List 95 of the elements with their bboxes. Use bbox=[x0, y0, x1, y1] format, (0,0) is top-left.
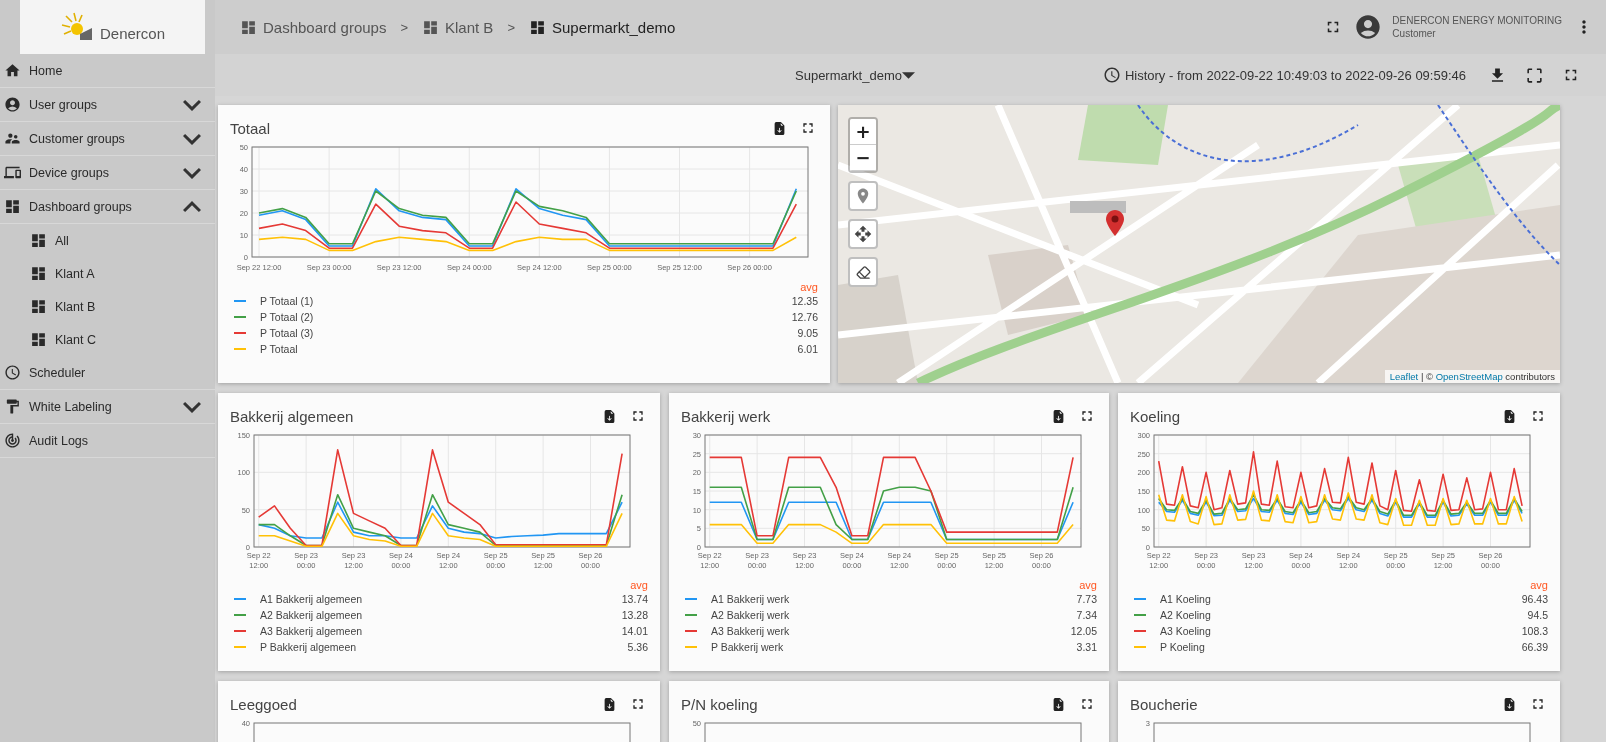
breadcrumb-link[interactable]: Supermarkt_demo bbox=[529, 18, 676, 36]
legend-label: A3 Bakkerij algemeen bbox=[260, 625, 364, 637]
clock-icon bbox=[1102, 66, 1121, 84]
marker-tool-button[interactable] bbox=[848, 181, 878, 211]
attribution-text: | © bbox=[1420, 371, 1433, 382]
sidebar-item[interactable]: Device groups bbox=[0, 156, 215, 190]
move-tool-button[interactable] bbox=[848, 219, 878, 249]
legend-label: A1 Koeling bbox=[1160, 593, 1212, 605]
legend-label: A2 Bakkerij werk bbox=[711, 609, 791, 621]
account-icon bbox=[4, 96, 21, 113]
dashboard-icon bbox=[240, 18, 257, 36]
devices-icon bbox=[4, 164, 21, 181]
eraser-tool-button[interactable] bbox=[848, 257, 878, 287]
breadcrumb-link[interactable]: Dashboard groups bbox=[240, 18, 387, 36]
legend-value: 94.5 bbox=[1527, 609, 1548, 621]
attribution-text: contributors bbox=[1505, 371, 1555, 382]
legend-label: A2 Bakkerij algemeen bbox=[260, 609, 364, 621]
history-button[interactable]: History - from 2022-09-22 10:49:03 to 2022-09-26 09:59:46 bbox=[1096, 65, 1472, 85]
user-role: Customer bbox=[1392, 27, 1437, 40]
breadcrumb-link[interactable]: Klant B bbox=[422, 18, 494, 36]
dashboard-icon bbox=[30, 331, 47, 348]
legend-value: 96.43 bbox=[1521, 593, 1548, 605]
sidebar-item[interactable]: Klant C bbox=[0, 323, 215, 356]
user-name: DENERCON ENERGY MONITORING bbox=[1392, 14, 1562, 27]
card-title: Bakkerij algemeen bbox=[230, 407, 354, 425]
sidebar-item[interactable]: Audit Logs bbox=[0, 424, 215, 458]
legend-value: 13.74 bbox=[621, 593, 648, 605]
breadcrumb-separator: > bbox=[507, 19, 515, 35]
legend-header: avg bbox=[1079, 579, 1097, 591]
legend-label: A1 Bakkerij algemeen bbox=[260, 593, 364, 605]
attribution-link[interactable]: OpenStreetMap bbox=[1435, 371, 1503, 382]
card-title: Bakkerij werk bbox=[681, 407, 771, 425]
card-title: Boucherie bbox=[1130, 695, 1198, 713]
legend-value: 66.39 bbox=[1521, 641, 1548, 653]
legend-label: P Bakkerij werk bbox=[711, 641, 785, 653]
sidebar-item[interactable]: Dashboard groups bbox=[0, 190, 215, 224]
legend-label: P Totaal (2) bbox=[260, 311, 315, 323]
dashboard-icon bbox=[529, 18, 546, 36]
legend-value: 12.05 bbox=[1070, 625, 1097, 637]
legend-value: 14.01 bbox=[621, 625, 648, 637]
legend-label: P Koeling bbox=[1160, 641, 1206, 653]
attribution-link[interactable]: Leaflet bbox=[1389, 371, 1419, 382]
map-pin-icon[interactable] bbox=[1106, 210, 1124, 236]
sidebar-item[interactable]: Scheduler bbox=[0, 356, 215, 390]
legend-label: A2 Koeling bbox=[1160, 609, 1212, 621]
legend-value: 13.28 bbox=[621, 609, 648, 621]
dashboard-icon bbox=[422, 18, 439, 36]
logo[interactable]: Denercon bbox=[20, 0, 205, 54]
legend-value: 3.31 bbox=[1076, 641, 1097, 653]
legend-label: A3 Koeling bbox=[1160, 625, 1212, 637]
zoom-out-button[interactable]: − bbox=[850, 145, 876, 171]
sidebar-item[interactable]: White Labeling bbox=[0, 390, 215, 424]
dashboard-select[interactable]: Supermarkt_demo bbox=[789, 66, 921, 84]
home-icon bbox=[4, 62, 21, 79]
map[interactable]: + − Leaflet | © OpenStreetMap contributors bbox=[838, 105, 1560, 383]
legend-header: avg bbox=[1530, 579, 1548, 591]
legend-value: 12.76 bbox=[791, 311, 818, 323]
legend-value: 6.01 bbox=[797, 343, 818, 355]
move-icon bbox=[854, 225, 872, 243]
legend-value: 9.05 bbox=[797, 327, 818, 339]
card-title: P/N koeling bbox=[681, 695, 758, 713]
dashboard-icon bbox=[30, 298, 47, 315]
legend-header: avg bbox=[630, 579, 648, 591]
sidebar-item[interactable]: Klant A bbox=[0, 257, 215, 290]
sidebar-item[interactable]: User groups bbox=[0, 88, 215, 122]
legend-value: 12.35 bbox=[791, 295, 818, 307]
dashboard-icon bbox=[30, 232, 47, 249]
card-title: Koeling bbox=[1130, 407, 1181, 425]
legend-value: 5.36 bbox=[627, 641, 648, 653]
dashboard-icon bbox=[30, 265, 47, 282]
legend-value: 7.34 bbox=[1076, 609, 1097, 621]
card-title: Leeggoed bbox=[230, 695, 297, 713]
account-icon[interactable] bbox=[1354, 13, 1383, 41]
sidebar-item[interactable]: All bbox=[0, 224, 215, 257]
legend-label: P Totaal (3) bbox=[260, 327, 315, 339]
legend-value: 108.3 bbox=[1521, 625, 1548, 637]
legend-label: A1 Bakkerij werk bbox=[711, 593, 791, 605]
legend-label: P Bakkerij algemeen bbox=[260, 641, 358, 653]
breadcrumb-separator: > bbox=[400, 19, 408, 35]
eraser-icon bbox=[855, 264, 871, 280]
paint-roller-icon bbox=[4, 398, 21, 415]
logo-icon bbox=[59, 12, 94, 42]
sidebar-item[interactable]: Customer groups bbox=[0, 122, 215, 156]
dashboard-icon bbox=[4, 198, 21, 215]
legend-label: A3 Bakkerij werk bbox=[711, 625, 791, 637]
legend-label: P Totaal bbox=[260, 343, 299, 355]
card-title: Totaal bbox=[230, 119, 271, 137]
legend-header: avg bbox=[800, 281, 818, 293]
sidebar-item[interactable]: Klant B bbox=[0, 290, 215, 323]
legend-label: P Totaal (1) bbox=[260, 295, 315, 307]
legend-value: 7.73 bbox=[1076, 593, 1097, 605]
zoom-in-button[interactable]: + bbox=[850, 119, 876, 145]
target-icon bbox=[4, 432, 21, 449]
logo-text: Denercon bbox=[99, 24, 165, 42]
clock-icon bbox=[4, 364, 21, 381]
